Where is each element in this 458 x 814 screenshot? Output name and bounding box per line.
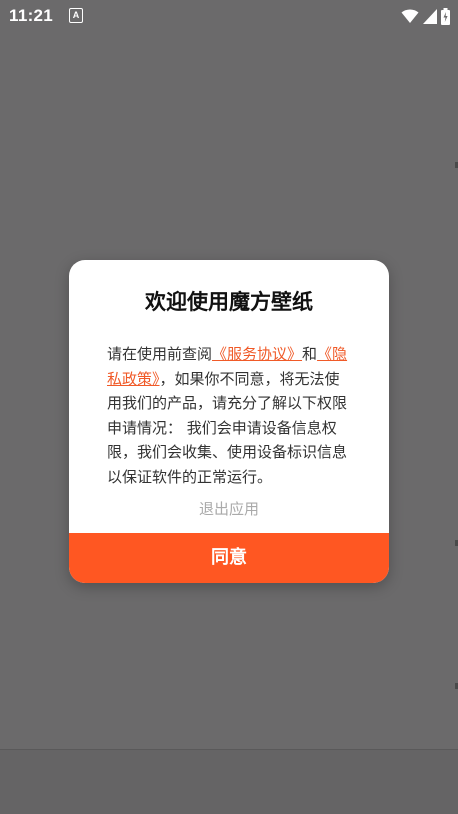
status-icons (401, 6, 450, 26)
notification-icon: A (69, 8, 83, 23)
battery-icon (441, 7, 450, 25)
wifi-icon (401, 9, 419, 23)
bottom-nav-bar (0, 749, 458, 814)
exit-app-button[interactable]: 退出应用 (69, 496, 389, 522)
service-agreement-link[interactable]: 《服务协议》 (212, 345, 302, 363)
app-screen: 11:21 A 欢迎使用魔方壁纸 请在使用前查阅《服务协议》和《隐私政策》，如果… (0, 0, 458, 814)
dialog-title: 欢迎使用魔方壁纸 (145, 290, 313, 314)
status-time: 11:21 (9, 6, 54, 25)
body-prefix: 请在使用前查阅 (107, 345, 213, 363)
body-and: 和 (302, 345, 318, 363)
signal-icon (423, 8, 437, 24)
privacy-dialog: 欢迎使用魔方壁纸 请在使用前查阅《服务协议》和《隐私政策》，如果你不同意，将无法… (69, 260, 389, 583)
agree-button[interactable]: 同意 (69, 533, 389, 583)
dialog-body: 请在使用前查阅《服务协议》和《隐私政策》，如果你不同意，将无法使用我们的产品，请… (107, 342, 353, 484)
status-bar: 11:21 A (0, 0, 458, 32)
